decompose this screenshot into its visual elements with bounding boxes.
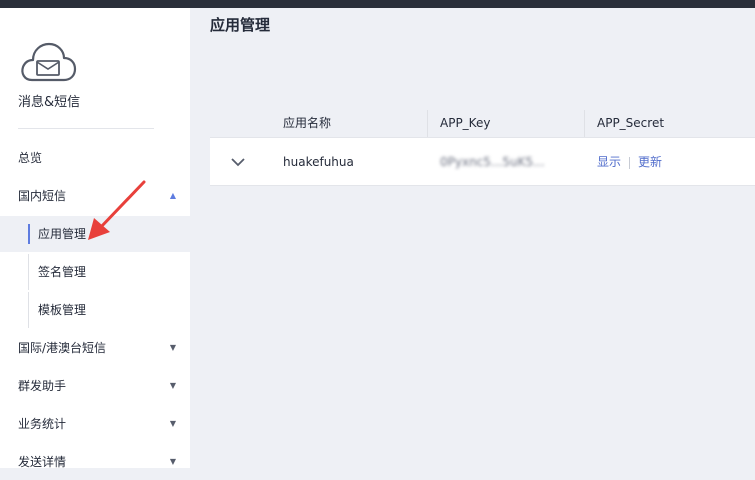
app-key-cell: 0Pyxnc5...5uK5... bbox=[440, 155, 545, 169]
top-bar bbox=[0, 0, 755, 8]
sidebar-subitem-signature-management[interactable]: 签名管理 bbox=[0, 254, 190, 290]
sidebar-item-label: 业务统计 bbox=[18, 417, 67, 431]
active-indicator bbox=[28, 224, 30, 244]
page-title: 应用管理 bbox=[210, 16, 271, 34]
sidebar-item-label: 总览 bbox=[18, 151, 43, 165]
column-divider bbox=[584, 110, 585, 137]
tree-line bbox=[28, 254, 29, 290]
sidebar-item-label: 国际/港澳台短信 bbox=[18, 341, 107, 355]
sidebar-subitem-label: 签名管理 bbox=[38, 265, 87, 279]
sidebar-item-international-sms[interactable]: 国际/港澳台短信 ▼ bbox=[0, 330, 190, 366]
column-header-app-name: 应用名称 bbox=[283, 116, 332, 130]
column-divider bbox=[427, 110, 428, 137]
column-header-app-key: APP_Key bbox=[440, 116, 491, 130]
sidebar-item-business-stats[interactable]: 业务统计 ▼ bbox=[0, 406, 190, 442]
chevron-down-icon[interactable] bbox=[230, 155, 246, 169]
red-arrow-annotation bbox=[88, 180, 146, 240]
row-border bbox=[210, 185, 755, 186]
tree-line bbox=[28, 292, 29, 328]
sidebar-divider bbox=[18, 128, 154, 129]
column-header-app-secret: APP_Secret bbox=[597, 116, 665, 130]
sidebar-item-label: 国内短信 bbox=[18, 189, 67, 203]
caret-down-icon: ▼ bbox=[169, 343, 176, 352]
action-divider bbox=[629, 157, 630, 169]
caret-down-icon: ▼ bbox=[169, 381, 176, 390]
table-row: huakefuhua 0Pyxnc5...5uK5... 显示 更新 bbox=[210, 138, 755, 186]
sidebar-item-send-details[interactable]: 发送详情 ▼ bbox=[0, 444, 190, 480]
sidebar-subitem-label: 应用管理 bbox=[38, 227, 87, 241]
sidebar-subitem-template-management[interactable]: 模板管理 bbox=[0, 292, 190, 328]
sidebar-item-bulk-assistant[interactable]: 群发助手 ▼ bbox=[0, 368, 190, 404]
table-header: 应用名称 APP_Key APP_Secret bbox=[210, 110, 755, 138]
sidebar-item-label: 群发助手 bbox=[18, 379, 67, 393]
show-secret-link[interactable]: 显示 bbox=[597, 138, 621, 186]
sidebar-item-overview[interactable]: 总览 bbox=[0, 140, 190, 176]
sidebar-subitem-label: 模板管理 bbox=[38, 303, 87, 317]
app-name: 消息&短信 bbox=[18, 95, 81, 110]
update-secret-link[interactable]: 更新 bbox=[638, 138, 662, 186]
app-table: 应用名称 APP_Key APP_Secret huakefuhua 0Pyxn… bbox=[210, 110, 755, 186]
app-name-cell: huakefuhua bbox=[283, 155, 354, 169]
sidebar-item-label: 发送详情 bbox=[18, 455, 67, 469]
caret-up-icon: ▲ bbox=[169, 191, 176, 200]
caret-down-icon: ▼ bbox=[169, 457, 176, 466]
cloud-message-icon bbox=[21, 42, 77, 82]
caret-down-icon: ▼ bbox=[169, 419, 176, 428]
